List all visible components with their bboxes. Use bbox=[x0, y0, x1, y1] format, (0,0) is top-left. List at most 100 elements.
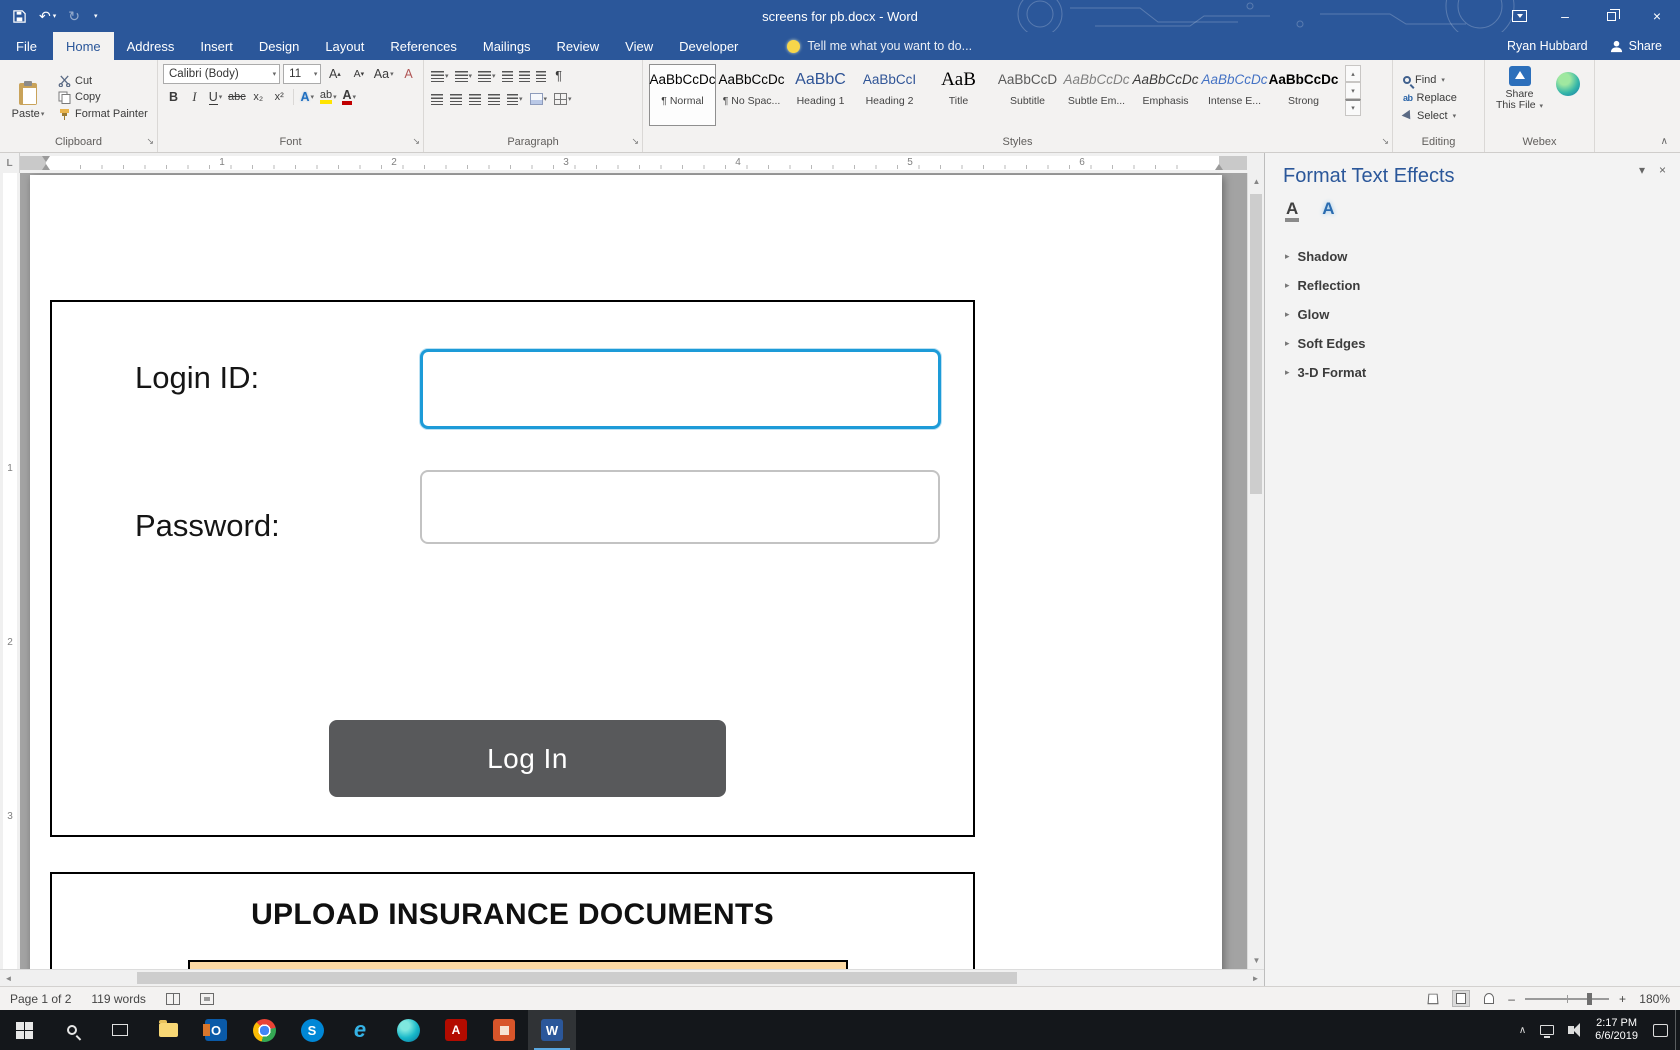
login-form-box[interactable]: Login ID: Password: Log In bbox=[50, 300, 975, 837]
media-app-button[interactable] bbox=[480, 1010, 528, 1050]
outlook-button[interactable]: O bbox=[192, 1010, 240, 1050]
tell-me-box[interactable]: Tell me what you want to do... bbox=[787, 32, 972, 60]
tab-file[interactable]: File bbox=[0, 32, 53, 60]
find-button[interactable]: Find▾ bbox=[1403, 74, 1484, 86]
save-icon[interactable] bbox=[12, 9, 27, 24]
align-right-button[interactable] bbox=[469, 94, 481, 105]
upload-field-box[interactable] bbox=[188, 960, 848, 969]
print-layout-button[interactable] bbox=[1452, 990, 1470, 1007]
redo-button[interactable]: ↻ bbox=[68, 8, 80, 25]
text-effects-button[interactable]: A▾ bbox=[297, 87, 318, 107]
password-input[interactable] bbox=[420, 470, 940, 544]
acrobat-button[interactable]: A bbox=[432, 1010, 480, 1050]
style-normal[interactable]: AaBbCcDc¶ Normal bbox=[649, 64, 716, 126]
restore-button[interactable] bbox=[1588, 0, 1634, 32]
zoom-slider[interactable] bbox=[1525, 998, 1609, 1000]
share-this-file-button[interactable]: Share This File ▾ bbox=[1496, 66, 1544, 112]
increase-indent-button[interactable] bbox=[519, 71, 530, 82]
tab-insert[interactable]: Insert bbox=[187, 32, 246, 60]
tab-address[interactable]: Address bbox=[114, 32, 188, 60]
log-in-button[interactable]: Log In bbox=[329, 720, 726, 797]
justify-button[interactable] bbox=[488, 94, 500, 105]
styles-scroll-up-button[interactable]: ▴ bbox=[1345, 65, 1361, 82]
internet-explorer-button[interactable]: e bbox=[336, 1010, 384, 1050]
page-indicator[interactable]: Page 1 of 2 bbox=[10, 992, 71, 1006]
subscript-button[interactable]: x₂ bbox=[248, 87, 269, 107]
task-view-button[interactable] bbox=[96, 1010, 144, 1050]
select-button[interactable]: Select▾ bbox=[1403, 110, 1484, 122]
font-color-button[interactable]: A▾ bbox=[339, 87, 360, 107]
change-case-button[interactable]: Aa▾ bbox=[372, 64, 395, 84]
strikethrough-button[interactable]: abc bbox=[226, 87, 248, 107]
style-emphasis[interactable]: AaBbCcDcEmphasis bbox=[1132, 64, 1199, 126]
style-title[interactable]: AaBTitle bbox=[925, 64, 992, 126]
numbering-button[interactable]: ▾ bbox=[455, 71, 473, 82]
zoom-in-button[interactable]: + bbox=[1619, 992, 1626, 1006]
font-name-select[interactable]: Calibri (Body)▾ bbox=[163, 64, 280, 84]
right-indent-marker[interactable] bbox=[1215, 164, 1223, 170]
word-taskbar-button[interactable]: W bbox=[528, 1010, 576, 1050]
bullets-button[interactable]: ▾ bbox=[431, 71, 449, 82]
tab-references[interactable]: References bbox=[377, 32, 469, 60]
style-heading-2[interactable]: AaBbCcIHeading 2 bbox=[856, 64, 923, 126]
file-explorer-button[interactable] bbox=[144, 1010, 192, 1050]
browser-app-button[interactable] bbox=[384, 1010, 432, 1050]
tab-review[interactable]: Review bbox=[544, 32, 613, 60]
replace-button[interactable]: abReplace bbox=[1403, 92, 1484, 104]
format-painter-button[interactable]: Format Painter bbox=[58, 108, 148, 121]
zoom-out-button[interactable]: – bbox=[1508, 992, 1515, 1006]
tab-view[interactable]: View bbox=[612, 32, 666, 60]
taskbar-clock[interactable]: 2:17 PM 6/6/2019 bbox=[1587, 1017, 1646, 1043]
sort-button[interactable] bbox=[536, 71, 546, 82]
grow-font-button[interactable]: A▴ bbox=[324, 64, 345, 84]
shrink-font-button[interactable]: A▾ bbox=[348, 64, 369, 84]
section-3d-format[interactable]: ▸3-D Format bbox=[1283, 360, 1662, 385]
style-subtle-emphasis[interactable]: AaBbCcDcSubtle Em... bbox=[1063, 64, 1130, 126]
borders-button[interactable]: ▾ bbox=[554, 93, 572, 105]
skype-button[interactable]: S bbox=[288, 1010, 336, 1050]
highlight-color-button[interactable]: ab▾ bbox=[318, 87, 339, 107]
document-page[interactable]: Login ID: Password: Log In UPLOAD INSURA… bbox=[30, 175, 1222, 969]
vertical-scroll-thumb[interactable] bbox=[1250, 194, 1262, 494]
proofing-status-icon[interactable] bbox=[166, 993, 180, 1005]
multilevel-list-button[interactable]: ▾ bbox=[478, 71, 496, 82]
show-formatting-marks-button[interactable]: ¶ bbox=[552, 66, 566, 86]
tab-developer[interactable]: Developer bbox=[666, 32, 751, 60]
superscript-button[interactable]: x² bbox=[269, 87, 290, 107]
scroll-right-button[interactable]: ► bbox=[1247, 970, 1264, 987]
network-tray-icon[interactable] bbox=[1533, 1010, 1561, 1050]
horizontal-ruler[interactable]: L 1 2 3 4 5 6 bbox=[0, 153, 1264, 173]
horizontal-scroll-thumb[interactable] bbox=[137, 972, 1017, 984]
font-size-select[interactable]: 11▾ bbox=[283, 64, 321, 84]
read-mode-button[interactable] bbox=[1424, 990, 1442, 1007]
taskbar-search-button[interactable] bbox=[48, 1010, 96, 1050]
style-strong[interactable]: AaBbCcDcStrong bbox=[1270, 64, 1337, 126]
font-dialog-launcher[interactable]: ↘ bbox=[412, 134, 420, 149]
zoom-level[interactable]: 180% bbox=[1636, 992, 1670, 1006]
clipboard-dialog-launcher[interactable]: ↘ bbox=[146, 134, 154, 149]
action-center-button[interactable] bbox=[1646, 1010, 1675, 1050]
customize-qat-button[interactable]: ▾ bbox=[92, 12, 98, 20]
close-button[interactable]: × bbox=[1634, 0, 1680, 32]
share-button[interactable]: Share bbox=[1610, 39, 1662, 53]
tab-design[interactable]: Design bbox=[246, 32, 312, 60]
paragraph-dialog-launcher[interactable]: ↘ bbox=[631, 134, 639, 149]
pane-close-button[interactable]: × bbox=[1659, 163, 1666, 177]
signed-in-user[interactable]: Ryan Hubbard bbox=[1507, 39, 1588, 53]
upload-documents-box[interactable]: UPLOAD INSURANCE DOCUMENTS bbox=[50, 872, 975, 969]
underline-button[interactable]: U▾ bbox=[205, 87, 226, 107]
volume-tray-icon[interactable] bbox=[1561, 1010, 1587, 1050]
clear-formatting-button[interactable]: A bbox=[398, 64, 419, 84]
first-line-indent-marker[interactable] bbox=[42, 156, 50, 162]
show-desktop-button[interactable] bbox=[1675, 1010, 1680, 1050]
undo-button[interactable]: ↶▾ bbox=[39, 8, 56, 25]
styles-scroll-down-button[interactable]: ▾ bbox=[1345, 82, 1361, 99]
tab-layout[interactable]: Layout bbox=[312, 32, 377, 60]
section-glow[interactable]: ▸Glow bbox=[1283, 302, 1662, 327]
style-no-spacing[interactable]: AaBbCcDc¶ No Spac... bbox=[718, 64, 785, 126]
paste-button[interactable]: Paste▾ bbox=[0, 60, 56, 135]
web-layout-button[interactable] bbox=[1480, 990, 1498, 1007]
ribbon-display-options-button[interactable] bbox=[1496, 0, 1542, 32]
tab-home[interactable]: Home bbox=[53, 32, 114, 60]
login-id-input[interactable] bbox=[420, 349, 941, 429]
